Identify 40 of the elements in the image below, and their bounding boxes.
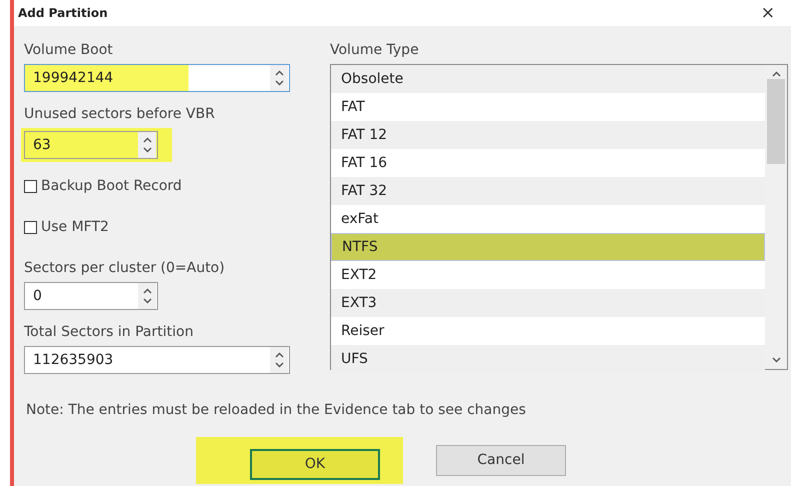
close-button[interactable]: × bbox=[760, 4, 775, 22]
checkbox[interactable] bbox=[24, 221, 37, 234]
list-item[interactable]: UFS bbox=[331, 345, 765, 373]
checkbox[interactable] bbox=[24, 180, 37, 193]
window-title: Add Partition bbox=[18, 5, 108, 22]
number-field[interactable]: 63 bbox=[25, 132, 138, 158]
cancel-button[interactable]: Cancel bbox=[436, 445, 566, 476]
down-icon[interactable] bbox=[274, 80, 284, 86]
list-item[interactable]: exFat bbox=[331, 205, 765, 233]
checkbox-label: Backup Boot Record bbox=[41, 177, 182, 196]
spin-box[interactable]: 0 bbox=[24, 282, 158, 310]
checkbox-label: Use MFT2 bbox=[41, 218, 109, 237]
field-label: Unused sectors before VBR bbox=[24, 105, 215, 124]
scroll-down-icon[interactable] bbox=[772, 357, 780, 363]
up-icon[interactable] bbox=[142, 137, 152, 143]
spin-box[interactable]: 63 bbox=[24, 131, 158, 159]
list-item[interactable]: FAT 32 bbox=[331, 177, 765, 205]
scroll-up-icon[interactable] bbox=[772, 71, 780, 77]
up-icon[interactable] bbox=[142, 288, 152, 294]
list-item[interactable]: EXT3 bbox=[331, 289, 765, 317]
up-icon[interactable] bbox=[274, 352, 284, 358]
note-text: Note: The entries must be reloaded in the Evidence tab to see changes bbox=[25, 401, 527, 420]
list-item[interactable]: Obsolete bbox=[331, 65, 765, 93]
scroll-thumb[interactable] bbox=[767, 79, 785, 164]
list-item[interactable]: EXT2 bbox=[331, 261, 765, 289]
list-item[interactable]: FAT 16 bbox=[331, 149, 765, 177]
field-label: Total Sectors in Partition bbox=[24, 323, 194, 342]
list-label: Volume Type bbox=[330, 41, 419, 60]
ok-button[interactable]: OK bbox=[250, 449, 380, 480]
field-label: Volume Boot bbox=[24, 41, 113, 60]
up-icon[interactable] bbox=[274, 70, 284, 76]
list-item[interactable]: Reiser bbox=[331, 317, 765, 345]
down-icon[interactable] bbox=[142, 298, 152, 304]
down-icon[interactable] bbox=[142, 147, 152, 153]
list-item[interactable]: FAT 12 bbox=[331, 121, 765, 149]
number-field[interactable]: 0 bbox=[25, 283, 138, 309]
list-item[interactable]: NTFS bbox=[331, 233, 765, 261]
field-label: Sectors per cluster (0=Auto) bbox=[24, 259, 225, 278]
list-item[interactable]: FAT bbox=[331, 93, 765, 121]
down-icon[interactable] bbox=[274, 362, 284, 368]
